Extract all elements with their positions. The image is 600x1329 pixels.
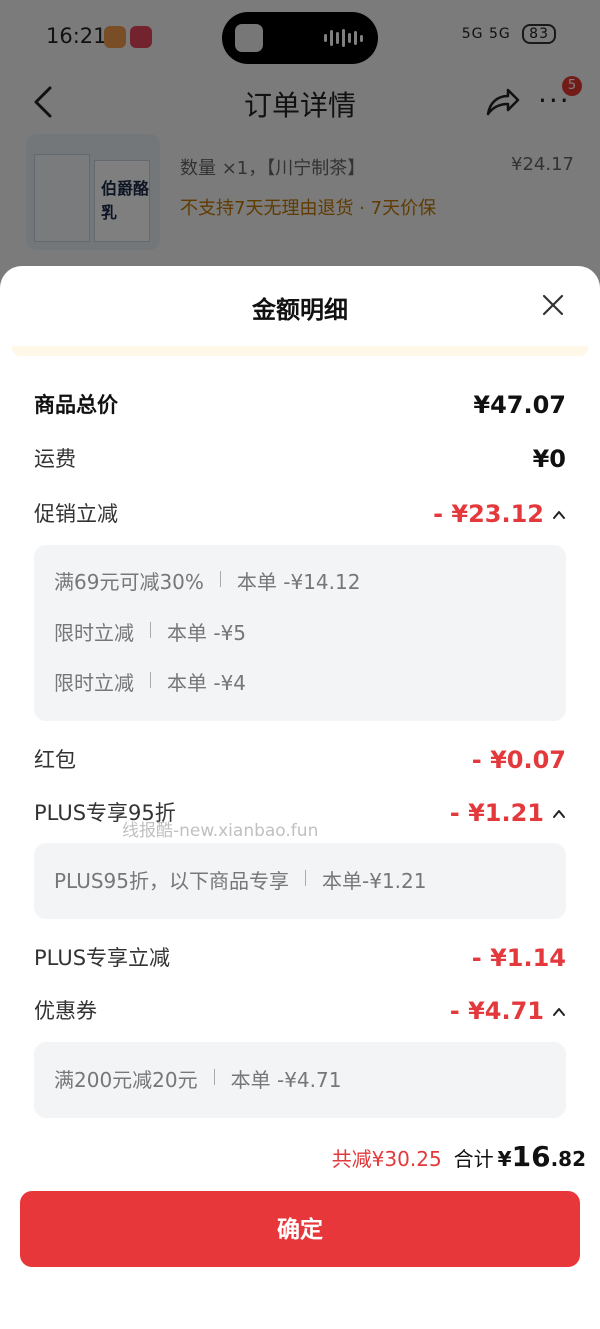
chevron-up-icon[interactable] xyxy=(552,1005,566,1019)
row-red-packet: 红包 - ¥0.07 xyxy=(34,743,566,777)
row-plus-instant: PLUS专享立减 - ¥1.14 xyxy=(34,941,566,975)
total-label: 合计 xyxy=(453,1147,494,1171)
promotion-detail-item: 限时立减 本单 -¥5 xyxy=(54,618,246,648)
chevron-up-icon[interactable] xyxy=(552,807,566,821)
total-integer: 16 xyxy=(511,1140,551,1173)
chevron-up-icon[interactable] xyxy=(552,508,566,522)
plus-detail-item: PLUS95折，以下商品专享 本单-¥1.21 xyxy=(54,866,426,896)
confirm-button[interactable]: 确定 xyxy=(20,1191,580,1267)
promotion-detail-name: 限时立减 xyxy=(54,671,134,695)
red-packet-value: - ¥0.07 xyxy=(471,746,566,774)
plus-instant-value: - ¥1.14 xyxy=(471,944,566,972)
plus-discount-value: - ¥1.21 xyxy=(449,799,544,827)
coupon-value-wrap: - ¥4.71 xyxy=(450,994,566,1028)
goods-total-label: 商品总价 xyxy=(34,393,118,417)
dim-overlay[interactable] xyxy=(0,0,600,290)
promotion-detail-name: 限时立减 xyxy=(54,621,134,645)
sheet-header-divider xyxy=(12,346,588,356)
detail-separator xyxy=(219,571,221,587)
watermark: 线报酷-new.xianbao.fun xyxy=(122,821,319,841)
plus-detail-name: PLUS95折，以下商品专享 xyxy=(54,869,289,893)
promotion-detail-item: 满69元可减30% 本单 -¥14.12 xyxy=(54,567,360,597)
promotion-value: - ¥23.12 xyxy=(433,500,544,528)
coupon-label: 优惠券 xyxy=(34,999,97,1023)
close-icon[interactable] xyxy=(540,292,566,318)
order-detail-page: 16:21 5G 5G 83 订单详情 ··· 5 伯爵酪乳 数量 ×1，【川宁… xyxy=(0,0,600,290)
detail-separator xyxy=(305,870,306,886)
sheet-header: 金额明细 xyxy=(0,266,600,356)
plus-detail-amount: 本单-¥1.21 xyxy=(322,869,427,893)
coupon-detail-name: 满200元减20元 xyxy=(54,1068,198,1092)
coupon-detail-amount: 本单 -¥4.71 xyxy=(230,1068,342,1092)
shipping-value: ¥0 xyxy=(532,445,566,473)
coupon-detail-item: 满200元减20元 本单 -¥4.71 xyxy=(54,1065,341,1095)
coupon-details-panel: 满200元减20元 本单 -¥4.71 xyxy=(34,1042,566,1118)
coupon-value: - ¥4.71 xyxy=(449,997,544,1025)
sheet-title: 金额明细 xyxy=(252,296,348,324)
total-currency: ¥ xyxy=(497,1147,512,1171)
promotion-detail-amount: 本单 -¥4 xyxy=(167,671,247,695)
promotion-details-panel: 满69元可减30% 本单 -¥14.12 限时立减 本单 -¥5 限时立减 本单 -¥… xyxy=(34,545,566,721)
shipping-label: 运费 xyxy=(34,447,76,471)
plus-instant-label: PLUS专享立减 xyxy=(34,946,171,970)
row-coupon[interactable]: 优惠券 - ¥4.71 xyxy=(34,994,566,1028)
plus-details-panel: PLUS95折，以下商品专享 本单-¥1.21 xyxy=(34,843,566,919)
promotion-label: 促销立减 xyxy=(34,502,118,526)
detail-separator xyxy=(150,672,151,688)
total-summary: 共减¥30.25 合计 ¥16.82 xyxy=(332,1140,586,1180)
detail-separator xyxy=(150,622,151,638)
row-shipping: 运费 ¥0 xyxy=(34,442,566,476)
promotion-detail-item: 限时立减 本单 -¥4 xyxy=(54,668,246,698)
row-goods-total: 商品总价 ¥47.07 xyxy=(34,388,566,422)
promotion-value-wrap: - ¥23.12 xyxy=(433,497,566,531)
total-saved: 共减¥30.25 xyxy=(331,1147,442,1171)
goods-total-value: ¥47.07 xyxy=(473,391,566,419)
plus-discount-value-wrap: - ¥1.21 xyxy=(450,796,566,830)
promotion-detail-amount: 本单 -¥14.12 xyxy=(236,570,361,594)
promotion-detail-amount: 本单 -¥5 xyxy=(167,621,247,645)
total-decimal: .82 xyxy=(550,1147,586,1171)
red-packet-label: 红包 xyxy=(34,748,76,772)
detail-separator xyxy=(213,1069,215,1085)
row-promotion[interactable]: 促销立减 - ¥23.12 xyxy=(34,497,566,531)
promotion-detail-name: 满69元可减30% xyxy=(54,570,204,594)
